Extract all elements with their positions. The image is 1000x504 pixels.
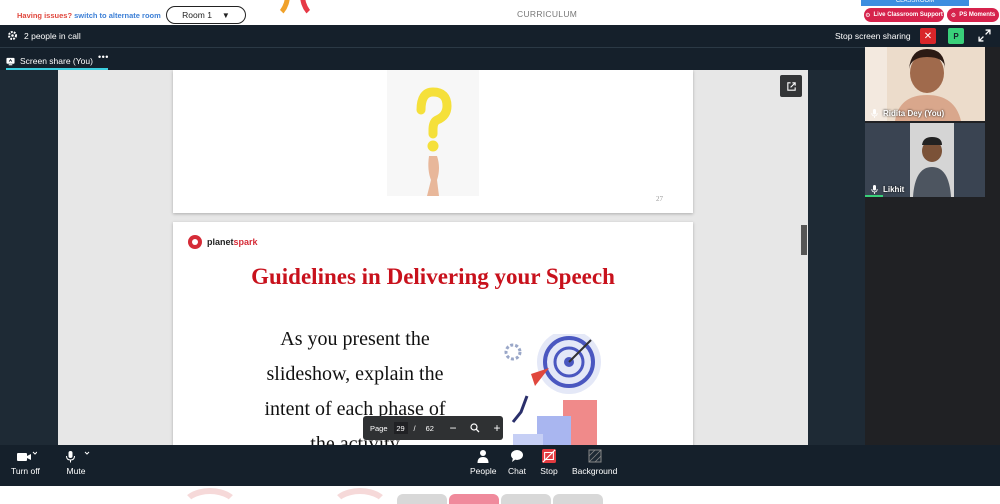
- popout-icon[interactable]: [780, 75, 802, 97]
- issues-text: Having issues?: [17, 11, 73, 20]
- camera-button-label: Turn off: [11, 466, 40, 476]
- stop-share-label: Stop: [540, 466, 558, 476]
- call-header: 2 people in call Stop screen sharing ✕ P: [0, 25, 1000, 47]
- zoom-out-button[interactable]: −: [448, 421, 458, 435]
- slide-title: Guidelines in Delivering your Speech: [251, 264, 615, 289]
- stop-share-button[interactable]: Stop: [540, 449, 558, 476]
- pdf-pager: Page 29 / 62 − +: [363, 416, 503, 440]
- logo-icon: [188, 235, 202, 249]
- stop-sharing-label[interactable]: Stop screen sharing: [835, 31, 911, 41]
- gear-icon[interactable]: [7, 30, 18, 41]
- decorative-arc: [300, 0, 340, 20]
- slide-body-line: slideshow, explain the: [266, 363, 444, 385]
- bottom-toolbar-tab-active[interactable]: [449, 494, 499, 504]
- camera-button[interactable]: Turn off: [11, 449, 40, 476]
- participant-name: Ridita Dey (You): [871, 109, 944, 118]
- app-root: Having issues? switch to alternate room …: [0, 0, 1000, 504]
- support-icon: ⚙: [865, 12, 871, 19]
- close-icon[interactable]: ✕: [920, 28, 936, 44]
- ps-moments-button[interactable]: ⚙ PS Moments: [947, 8, 999, 22]
- mute-button[interactable]: Mute: [61, 449, 91, 476]
- people-icon: [477, 450, 489, 463]
- page-title: CURRICULUM: [517, 9, 578, 19]
- logo-text-part-b: spark: [233, 237, 258, 247]
- mic-icon: [871, 185, 878, 194]
- page-input[interactable]: 29: [393, 422, 408, 434]
- slide-page-27: 27: [173, 70, 693, 213]
- zoom-icon[interactable]: [470, 423, 480, 433]
- slide-page-28: planetspark Guidelines in Delivering you…: [173, 222, 693, 445]
- participant-name: Likhit: [871, 185, 904, 194]
- speaking-indicator: [865, 195, 883, 197]
- bottom-toolbar-tab[interactable]: [553, 494, 603, 504]
- more-options-icon[interactable]: •••: [98, 52, 109, 62]
- decorative-arc: [250, 0, 290, 20]
- logo-text: planetspark: [207, 237, 258, 247]
- people-count: 2 people in call: [24, 31, 81, 41]
- call-frame: 2 people in call Stop screen sharing ✕ P…: [0, 25, 1000, 486]
- question-mark-image: [387, 70, 479, 196]
- pdf-viewer[interactable]: 27 planetspark Guidelines in Delivering …: [58, 70, 808, 445]
- expand-icon[interactable]: [978, 29, 991, 42]
- live-support-button[interactable]: ⚙ Live Classroom Support: [864, 8, 944, 22]
- issues-notice: Having issues? switch to alternate room: [17, 11, 161, 20]
- call-controls: Turn off Mute People Chat Stop Backgroun…: [0, 445, 1000, 486]
- bottom-toolbar-tab[interactable]: [397, 494, 447, 504]
- screen-share-area: 27 planetspark Guidelines in Delivering …: [0, 70, 865, 445]
- background-icon: [588, 449, 602, 463]
- slide-page-number: 27: [656, 195, 663, 203]
- moments-icon: ⚙: [950, 12, 957, 19]
- top-bar: Having issues? switch to alternate room …: [0, 0, 1000, 26]
- slide-body-line: As you present the: [280, 328, 430, 350]
- decorative-arc: [330, 488, 390, 504]
- logo-text-part-a: planet: [207, 237, 234, 247]
- participant-tile[interactable]: Ridita Dey (You): [865, 47, 985, 121]
- p-badge[interactable]: P: [948, 28, 964, 44]
- background-button-label: Background: [572, 466, 618, 476]
- participant-name-label: Ridita Dey (You): [883, 109, 945, 118]
- zoom-in-button[interactable]: +: [492, 421, 502, 435]
- background-button[interactable]: Background: [572, 449, 617, 476]
- page-label: Page: [370, 423, 388, 433]
- chat-button[interactable]: Chat: [508, 449, 526, 476]
- mic-icon: [66, 451, 90, 463]
- mic-icon: [871, 109, 878, 118]
- tab-screen-share-label: Screen share (You): [20, 56, 93, 66]
- external-link-icon: [786, 81, 796, 91]
- room-dropdown[interactable]: Room 1 ▼: [166, 6, 246, 24]
- caret-down-icon: ▼: [221, 10, 230, 20]
- ps-moments-label: PS Moments: [959, 12, 996, 18]
- bottom-decor: [0, 486, 1000, 504]
- mute-button-label: Mute: [66, 466, 86, 476]
- share-tab-bar: Screen share (You) •••: [0, 47, 865, 70]
- scrollbar-thumb[interactable]: [801, 225, 807, 255]
- chat-button-label: Chat: [508, 466, 526, 476]
- camera-icon: [17, 451, 38, 461]
- planetspark-logo: planetspark: [188, 235, 258, 249]
- alternate-room-link[interactable]: switch to alternate room: [74, 11, 161, 20]
- participant-tile[interactable]: Likhit: [865, 123, 985, 197]
- target-illustration: [504, 334, 601, 445]
- page-separator: /: [413, 423, 416, 433]
- room-dropdown-value: Room 1: [182, 10, 212, 20]
- classroom-tab[interactable]: CLASSROOM: [861, 0, 969, 6]
- live-support-label: Live Classroom Support: [873, 12, 943, 18]
- people-button-label: People: [470, 466, 497, 476]
- decorative-arc: [180, 488, 240, 504]
- page-total: 62: [425, 423, 434, 433]
- share-screen-icon: [6, 57, 15, 65]
- stop-share-icon: [542, 449, 556, 463]
- bottom-toolbar-tab[interactable]: [501, 494, 551, 504]
- participant-name-label: Likhit: [883, 185, 905, 194]
- people-button[interactable]: People: [470, 449, 496, 476]
- chat-icon: [510, 450, 523, 462]
